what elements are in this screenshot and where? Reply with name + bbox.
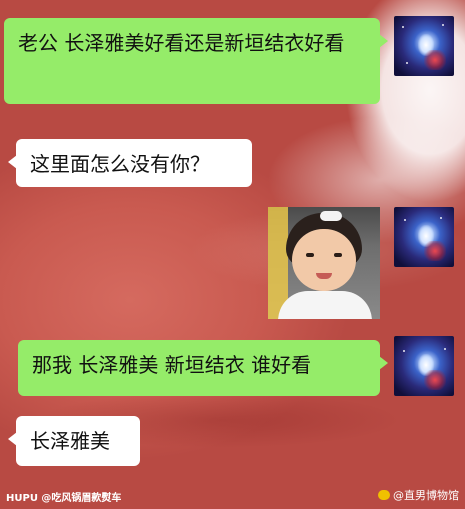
user-avatar[interactable] <box>394 336 454 396</box>
watermark-right: @直男博物馆 <box>378 487 459 503</box>
avatar-star <box>444 348 446 350</box>
user-avatar[interactable] <box>394 207 454 267</box>
user-avatar[interactable] <box>394 16 454 76</box>
sticker-hair-clip <box>320 211 342 221</box>
sticker-kid-face <box>292 229 356 291</box>
watermark-left-text: HUPU @吃风锅眉款熨车 <box>6 493 122 504</box>
watermark-left: HUPU @吃风锅眉款熨车 <box>6 489 121 504</box>
sticker-kid-eye <box>334 253 342 257</box>
weibo-icon <box>378 490 390 500</box>
message-text: 长泽雅美 <box>30 429 110 453</box>
message-bubble-outgoing[interactable]: 那我 长泽雅美 新垣结衣 谁好看 <box>18 340 388 396</box>
avatar-star <box>440 217 442 219</box>
avatar-star <box>406 62 408 64</box>
avatar-star <box>404 219 406 221</box>
avatar-star <box>403 350 405 352</box>
message-bubble-outgoing[interactable]: 老公 长泽雅美好看还是新垣结衣好看 <box>4 18 388 104</box>
sticker-kid-shirt <box>278 291 372 319</box>
message-bubble-incoming[interactable]: 长泽雅美 <box>8 416 140 466</box>
message-text: 这里面怎么没有你？ <box>30 152 210 176</box>
message-text: 那我 长泽雅美 新垣结衣 谁好看 <box>32 353 312 377</box>
watermark-right-text: @直男博物馆 <box>393 489 459 502</box>
avatar-star <box>402 26 404 28</box>
avatar-red-nebula <box>424 50 446 70</box>
message-bubble-incoming[interactable]: 这里面怎么没有你？ <box>8 139 252 187</box>
sticker-kid-eye <box>306 253 314 257</box>
avatar-star <box>442 24 444 26</box>
message-image-sticker[interactable] <box>268 207 380 319</box>
message-text: 老公 长泽雅美好看还是新垣结衣好看 <box>18 31 345 55</box>
avatar-red-nebula <box>424 241 446 261</box>
avatar-red-nebula <box>424 370 446 390</box>
